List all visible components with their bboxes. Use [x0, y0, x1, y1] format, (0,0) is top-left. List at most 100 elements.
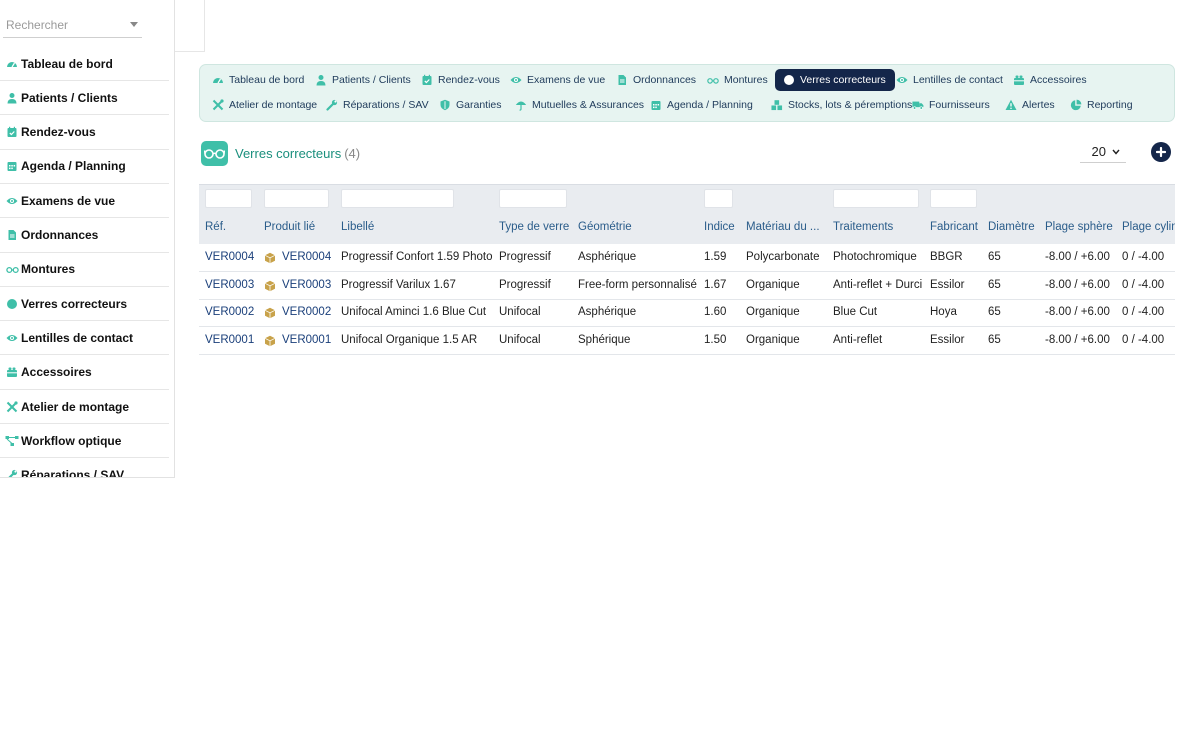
- table-cell: 0 / -4.00: [1122, 334, 1165, 347]
- tab-verres-correcteurs[interactable]: Verres correcteurs: [775, 69, 895, 91]
- tab-ordonnances[interactable]: Ordonnances: [608, 69, 705, 91]
- package-icon: [264, 279, 276, 291]
- table-cell: 1.67: [704, 278, 727, 291]
- sidebar-item-patients-clients[interactable]: Patients / Clients: [0, 81, 169, 116]
- package-icon: [264, 251, 276, 264]
- table-cell: Polycarbonate: [746, 251, 820, 263]
- column-header[interactable]: Diamètre: [988, 221, 1035, 233]
- tab-garanties[interactable]: Garanties: [431, 94, 511, 116]
- column-header[interactable]: Produit lié: [264, 221, 315, 233]
- sidebar-item-label: Verres correcteurs: [21, 296, 128, 311]
- search-select[interactable]: [3, 14, 142, 38]
- sidebar-item-ordonnances[interactable]: Ordonnances: [0, 219, 169, 253]
- sidebar-item-agenda-planning[interactable]: Agenda / Planning: [0, 150, 169, 184]
- sidebar-item-tableau-de-bord[interactable]: Tableau de bord: [0, 47, 169, 81]
- sidebar-item-lentilles-de-contact[interactable]: Lentilles de contact: [0, 321, 169, 356]
- column-header[interactable]: Matériau du ...: [746, 221, 820, 233]
- sidebar-item-label: Workflow optique: [21, 433, 122, 448]
- umbrella-icon: [515, 99, 527, 111]
- column-header[interactable]: Plage sphère: [1045, 221, 1113, 233]
- table-cell: 65: [988, 306, 1001, 319]
- sidebar-item-montures[interactable]: Montures: [0, 253, 169, 287]
- gift-icon: [5, 365, 19, 379]
- product-link[interactable]: VER0003: [282, 279, 331, 291]
- column-header[interactable]: Fabricant: [930, 221, 978, 233]
- table-cell: Sphérique: [578, 334, 631, 347]
- column-filter-input[interactable]: [341, 189, 454, 208]
- table-row[interactable]: VER0001 VER0001 Unifocal Organique 1.5 AR U…: [199, 327, 1175, 356]
- column-filter-input[interactable]: [205, 189, 252, 208]
- table-row[interactable]: VER0003 VER0003 Progressif Varilux 1.67 Pro…: [199, 272, 1175, 300]
- sidebar-item-label: Atelier de montage: [21, 399, 130, 414]
- column-filter-input[interactable]: [930, 189, 977, 208]
- table-row[interactable]: VER0002 VER0002 Unifocal Aminci 1.6 Blue C…: [199, 299, 1175, 328]
- table-cell: 1.59: [704, 251, 727, 263]
- tab-agenda-planning[interactable]: Agenda / Planning: [642, 94, 762, 116]
- table-cell: Essilor: [930, 278, 965, 291]
- tab-montures[interactable]: Montures: [699, 69, 777, 91]
- sidebar-item-atelier-de-montage[interactable]: Atelier de montage: [0, 390, 169, 424]
- product-link[interactable]: VER0001: [282, 334, 331, 346]
- search-input[interactable]: [3, 14, 123, 36]
- table-cell: Unifocal Organique 1.5 AR: [341, 334, 478, 347]
- product-link[interactable]: VER0004: [282, 251, 331, 263]
- column-filter-input[interactable]: [499, 189, 567, 208]
- table-cell: Blue Cut: [833, 306, 878, 319]
- column-filter-input[interactable]: [833, 189, 919, 208]
- sidebar: Tableau de bord Patients / Clients Rendez-…: [0, 0, 175, 478]
- tab-label: Ordonnances: [633, 74, 697, 86]
- tab-fournisseurs[interactable]: Fournisseurs: [904, 94, 999, 116]
- table-cell: 65: [988, 334, 1001, 347]
- ref-link[interactable]: VER0002: [205, 306, 254, 318]
- table-row[interactable]: VER0004 VER0004 Progressif Confort 1.59 Ph…: [199, 244, 1175, 272]
- gift-icon: [1013, 74, 1025, 86]
- tab-tableau-de-bord[interactable]: Tableau de bord: [204, 69, 313, 91]
- sidebar-item-verres-correcteurs[interactable]: Verres correcteurs: [0, 287, 169, 322]
- sidebar-item-label: Examens de vue: [21, 193, 116, 208]
- tab-atelier-de-montage[interactable]: Atelier de montage: [204, 94, 326, 116]
- tab-accessoires[interactable]: Accessoires: [1005, 69, 1096, 91]
- column-header[interactable]: Libellé: [341, 221, 374, 233]
- tab-lentilles-de-contact[interactable]: Lentilles de contact: [888, 69, 1012, 91]
- user-icon: [315, 74, 327, 86]
- table-header: Réf. Produit lié Libellé Type de verre Géomé…: [199, 184, 1175, 244]
- sidebar-item-rendez-vous[interactable]: Rendez-vous: [0, 116, 169, 150]
- chevron-down-icon: [1112, 149, 1120, 155]
- add-button[interactable]: [1151, 142, 1171, 162]
- table-cell: -8.00 / +6.00: [1045, 278, 1110, 291]
- tab-rendez-vous[interactable]: Rendez-vous: [413, 69, 509, 91]
- sidebar-item-accessoires[interactable]: Accessoires: [0, 356, 169, 390]
- tab-mutuelles-and-assurances[interactable]: Mutuelles & Assurances: [507, 94, 653, 116]
- tab-reporting[interactable]: Reporting: [1062, 94, 1142, 116]
- ref-link[interactable]: VER0003: [205, 279, 254, 291]
- sidebar-item-workflow-optique[interactable]: Workflow optique: [0, 424, 169, 459]
- tab-alertes[interactable]: Alertes: [997, 94, 1064, 116]
- table-cell: Asphérique: [578, 251, 637, 263]
- sidebar-item-label: Patients / Clients: [21, 90, 118, 105]
- page-size-select[interactable]: 20: [1080, 141, 1126, 163]
- ref-link[interactable]: VER0004: [205, 251, 254, 263]
- package-icon: [264, 334, 276, 347]
- tab-label: Mutuelles & Assurances: [532, 99, 645, 111]
- table-cell: Organique: [746, 306, 800, 319]
- product-link[interactable]: VER0002: [282, 306, 331, 318]
- tab-examens-de-vue[interactable]: Examens de vue: [502, 69, 614, 91]
- chevron-down-icon[interactable]: [130, 22, 138, 27]
- sidebar-item-examens-de-vue[interactable]: Examens de vue: [0, 184, 169, 219]
- column-header[interactable]: Plage cylin: [1122, 221, 1175, 233]
- column-header[interactable]: Réf.: [205, 221, 226, 233]
- tab-stocks-lots-and-peremptions[interactable]: Stocks, lots & péremptions: [763, 94, 921, 116]
- column-header[interactable]: Type de verre: [499, 221, 569, 233]
- column-header[interactable]: Traitements: [833, 221, 893, 233]
- tab-label: Atelier de montage: [229, 99, 318, 111]
- sidebar-item-reparations-sav[interactable]: Réparations / SAV: [0, 459, 169, 477]
- ref-link[interactable]: VER0001: [205, 334, 254, 346]
- column-filter-input[interactable]: [264, 189, 329, 208]
- column-header[interactable]: Indice: [704, 221, 735, 233]
- sidebar-item-label: Tableau de bord: [21, 56, 113, 71]
- column-filter-input[interactable]: [704, 189, 733, 208]
- column-header[interactable]: Géométrie: [578, 221, 632, 233]
- sidebar-item-label: Rendez-vous: [21, 125, 96, 140]
- tab-reparations-sav[interactable]: Réparations / SAV: [318, 94, 438, 116]
- tab-patients-clients[interactable]: Patients / Clients: [307, 69, 420, 91]
